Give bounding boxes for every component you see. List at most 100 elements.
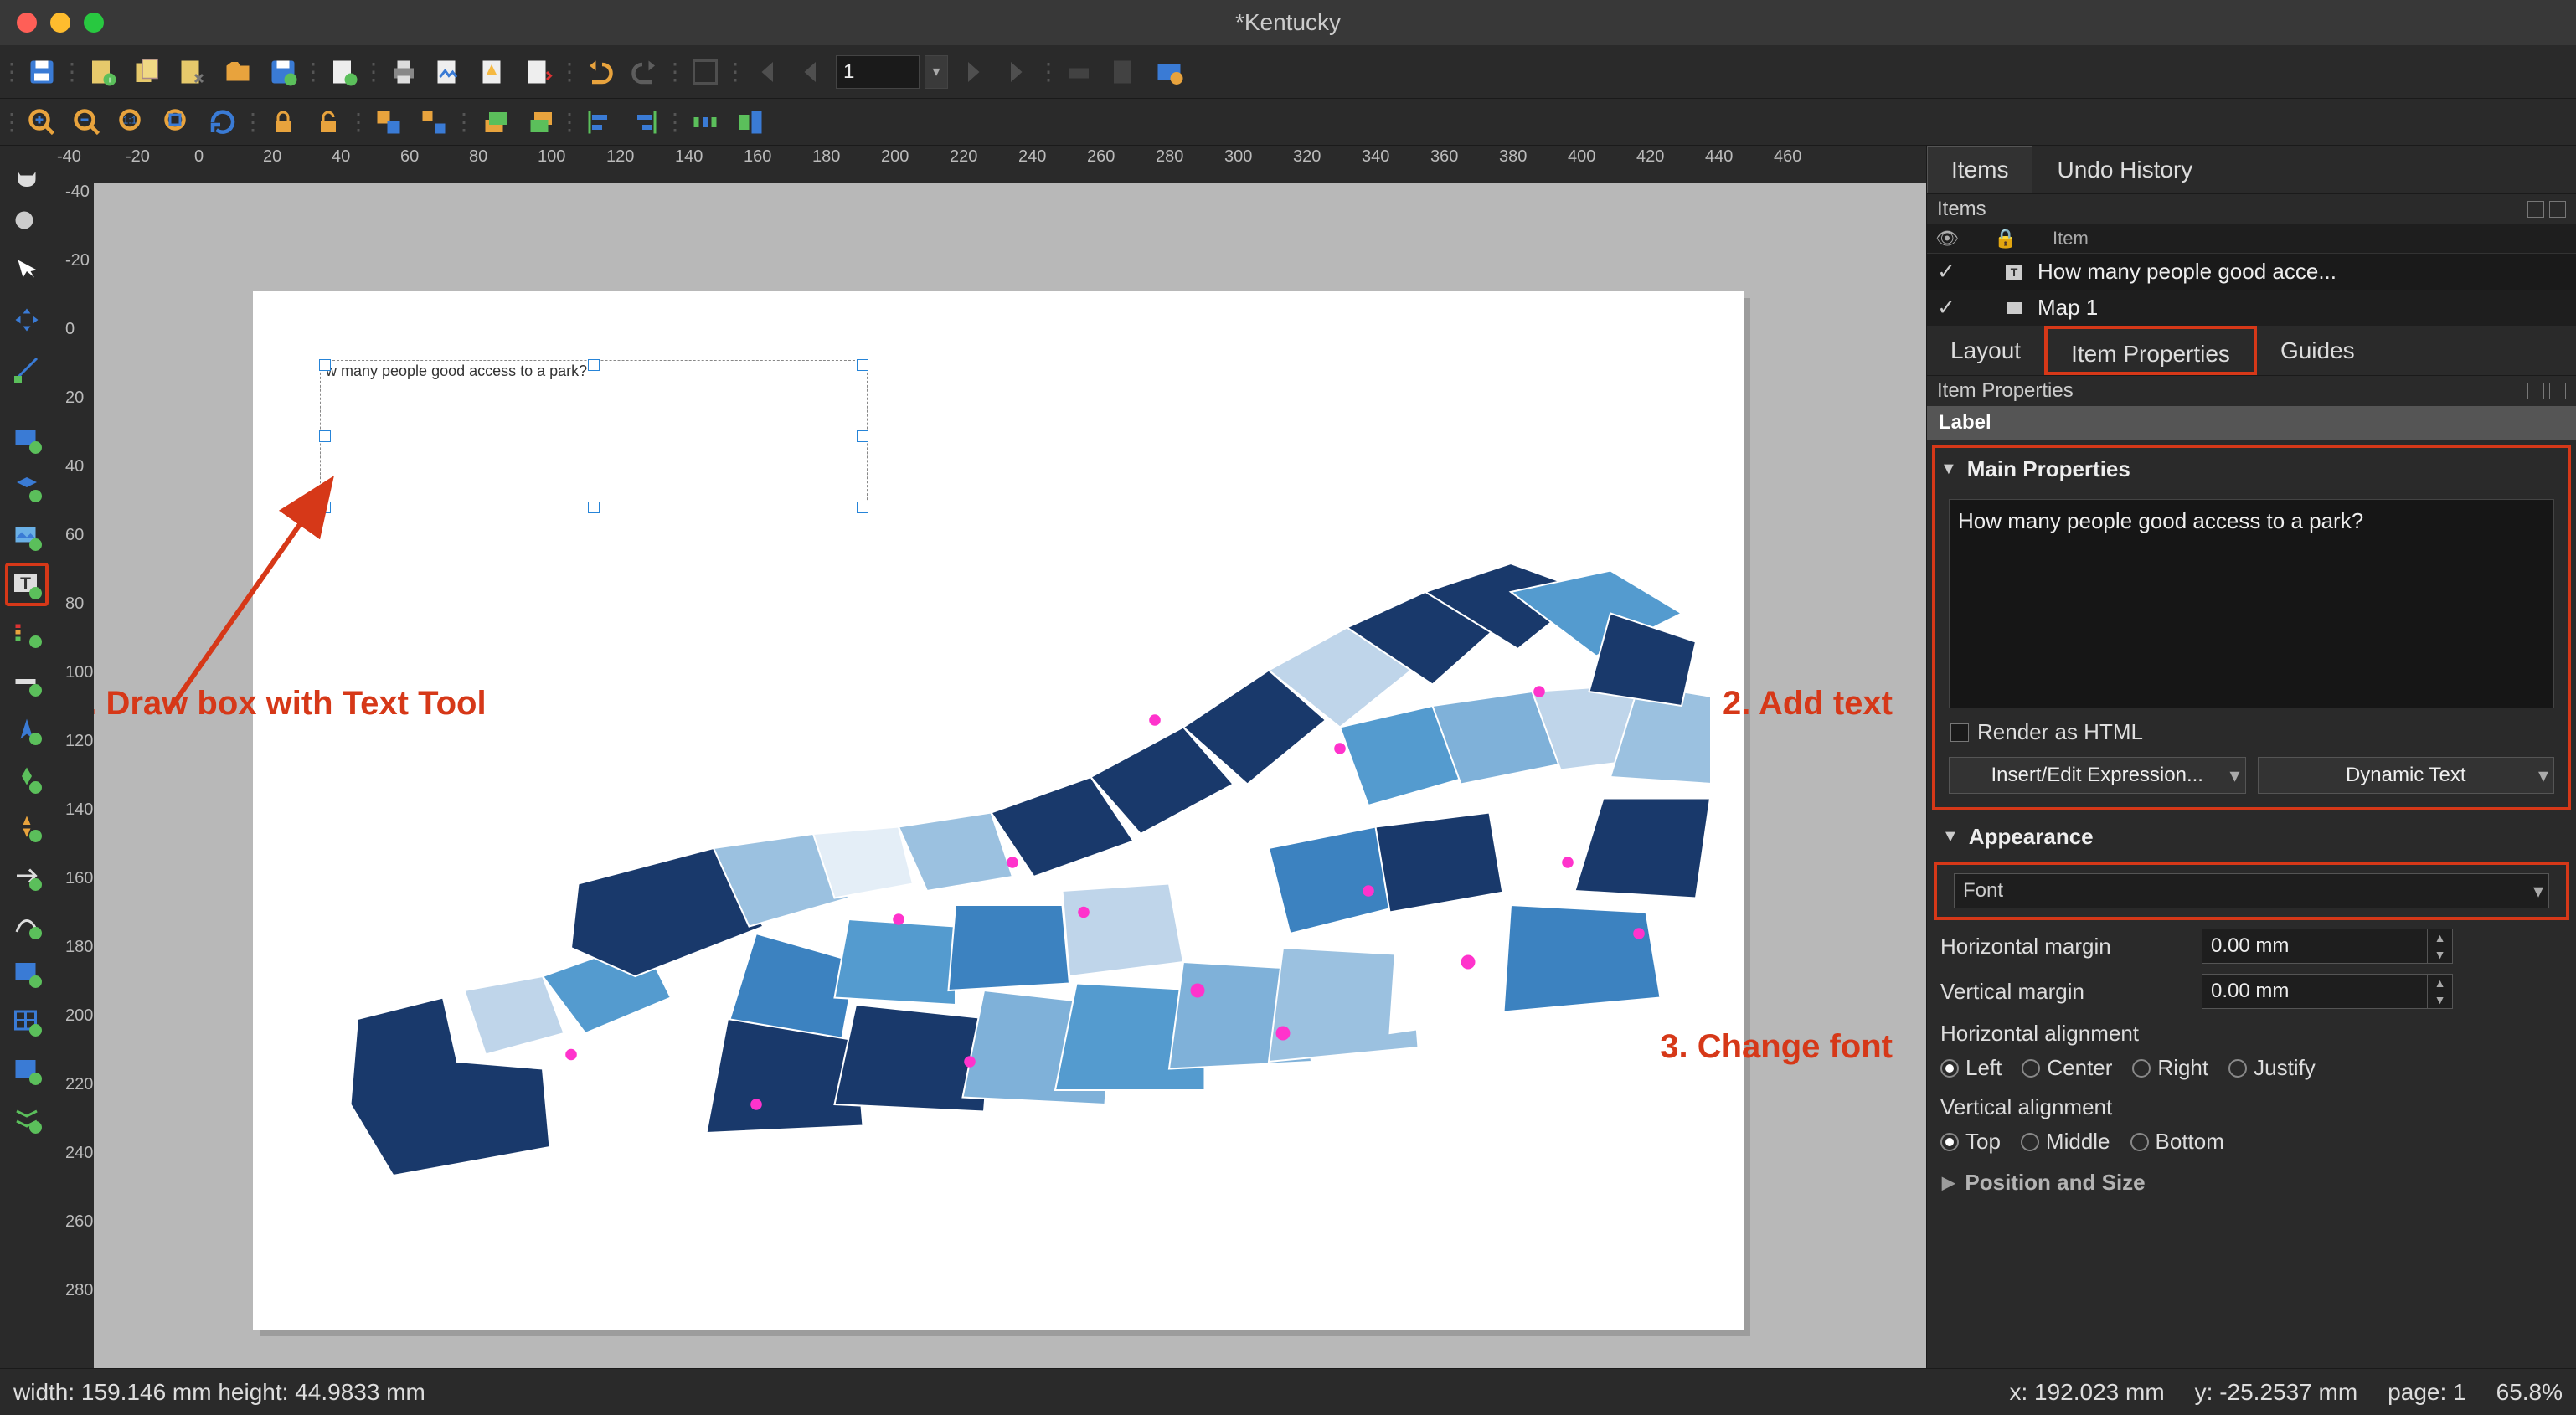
add-label-tool[interactable]: T (5, 563, 49, 606)
map-item[interactable] (286, 492, 1710, 1204)
zoom-tool[interactable] (5, 201, 49, 244)
tab-items[interactable]: Items (1927, 146, 2032, 193)
zoom-full-button[interactable] (685, 52, 725, 92)
spin-buttons[interactable]: ▲▼ (2427, 929, 2452, 963)
visibility-check-icon[interactable]: ✓ (1935, 259, 1957, 285)
next-page-button[interactable] (953, 52, 993, 92)
zoom-in-button[interactable] (22, 102, 62, 142)
halign-justify-radio[interactable]: Justify (2228, 1055, 2316, 1081)
zoom-actual-button[interactable]: 1:1 (112, 102, 152, 142)
zoom-out-button[interactable] (67, 102, 107, 142)
item-row-label[interactable]: ✓ T How many people good acce... (1927, 254, 2576, 290)
add-mesh-tool[interactable] (5, 1097, 49, 1140)
export-atlas-button[interactable] (1104, 52, 1144, 92)
spin-buttons[interactable]: ▲▼ (2427, 975, 2452, 1008)
raise-button[interactable] (474, 102, 514, 142)
add-marker-tool[interactable] (5, 805, 49, 849)
resize-handle[interactable] (857, 359, 868, 371)
font-combo[interactable]: Font ▾ (1954, 873, 2549, 908)
add-scalebar-tool[interactable] (5, 660, 49, 703)
unlock-button[interactable] (308, 102, 348, 142)
valign-bottom-radio[interactable]: Bottom (2130, 1129, 2224, 1155)
open-template-button[interactable] (218, 52, 258, 92)
duplicate-layout-button[interactable] (127, 52, 167, 92)
export-pdf-button[interactable] (519, 52, 559, 92)
resize-handle[interactable] (319, 430, 331, 442)
first-page-button[interactable] (745, 52, 786, 92)
refresh-button[interactable] (203, 102, 243, 142)
pan-tool[interactable] (5, 152, 49, 196)
lower-button[interactable] (519, 102, 559, 142)
label-item-selected[interactable]: w many people good access to a park? (320, 360, 868, 512)
add-node-tool[interactable] (5, 903, 49, 946)
visibility-check-icon[interactable]: ✓ (1935, 295, 1957, 321)
zoom-window-icon[interactable] (84, 13, 104, 33)
layout-page[interactable]: w many people good access to a park? (253, 291, 1744, 1330)
add-3dmap-tool[interactable] (5, 466, 49, 509)
main-properties-header[interactable]: ▼ Main Properties (1935, 448, 2568, 491)
page-number-input[interactable] (836, 55, 920, 89)
dynamic-text-button[interactable]: Dynamic Text▾ (2258, 757, 2555, 794)
resize-handle[interactable] (857, 430, 868, 442)
appearance-header[interactable]: ▼ Appearance (1927, 816, 2576, 858)
halign-right-radio[interactable]: Right (2132, 1055, 2208, 1081)
label-text-input[interactable] (1949, 499, 2554, 708)
add-table-tool[interactable] (5, 1000, 49, 1043)
item-properties-scroll[interactable]: ▼ Main Properties Render as HTML Insert/… (1927, 440, 2576, 1368)
align-right-button[interactable] (625, 102, 665, 142)
position-size-header[interactable]: ▶ Position and Size (1927, 1161, 2576, 1204)
undo-button[interactable] (580, 52, 620, 92)
halign-center-radio[interactable]: Center (2022, 1055, 2112, 1081)
subtab-layout[interactable]: Layout (1927, 326, 2044, 375)
resize-handle[interactable] (588, 359, 600, 371)
render-html-checkbox[interactable] (1950, 723, 1969, 742)
halign-left-radio[interactable]: Left (1940, 1055, 2002, 1081)
add-northarrow-tool[interactable] (5, 708, 49, 752)
layout-manager-button[interactable] (173, 52, 213, 92)
distribute-button[interactable] (685, 102, 725, 142)
ungroup-button[interactable] (414, 102, 454, 142)
edit-nodes-tool[interactable] (5, 347, 49, 390)
hmargin-input[interactable]: 0.00 mm ▲▼ (2202, 929, 2453, 964)
lock-button[interactable] (263, 102, 303, 142)
select-tool[interactable] (5, 250, 49, 293)
item-row-map[interactable]: ✓ Map 1 (1927, 290, 2576, 326)
undock-icon[interactable] (2527, 201, 2544, 218)
zoom-fit-button[interactable] (157, 102, 198, 142)
save-template-button[interactable] (263, 52, 303, 92)
resize-handle[interactable] (319, 359, 331, 371)
page-spin[interactable]: ▾ (925, 55, 948, 89)
render-html-row[interactable]: Render as HTML (1949, 713, 2554, 752)
status-zoom[interactable]: 65.8% (2496, 1379, 2563, 1406)
valign-top-radio[interactable]: Top (1940, 1129, 2001, 1155)
vmargin-input[interactable]: 0.00 mm ▲▼ (2202, 974, 2453, 1009)
atlas-settings-button[interactable] (1149, 52, 1189, 92)
close-panel-icon[interactable] (2549, 383, 2566, 399)
add-shape-tool[interactable] (5, 757, 49, 800)
subtab-guides[interactable]: Guides (2257, 326, 2378, 375)
undock-icon[interactable] (2527, 383, 2544, 399)
add-image-tool[interactable] (5, 514, 49, 558)
align-left-button[interactable] (580, 102, 620, 142)
valign-middle-radio[interactable]: Middle (2021, 1129, 2110, 1155)
add-html-tool[interactable] (5, 951, 49, 995)
add-arrow-tool[interactable] (5, 854, 49, 898)
add-fixed-table-tool[interactable] (5, 1048, 49, 1092)
new-layout-button[interactable]: + (82, 52, 122, 92)
minimize-window-icon[interactable] (50, 13, 70, 33)
group-button[interactable] (368, 102, 409, 142)
print-atlas-button[interactable] (1059, 52, 1099, 92)
export-svg-button[interactable] (474, 52, 514, 92)
add-legend-tool[interactable] (5, 611, 49, 655)
insert-expression-button[interactable]: Insert/Edit Expression...▾ (1949, 757, 2246, 794)
tab-undo-history[interactable]: Undo History (2032, 146, 2217, 193)
print-button[interactable] (384, 52, 424, 92)
prev-page-button[interactable] (791, 52, 831, 92)
redo-button[interactable] (625, 52, 665, 92)
export-image-button[interactable] (429, 52, 469, 92)
add-map-tool[interactable] (5, 417, 49, 461)
move-content-tool[interactable] (5, 298, 49, 342)
close-panel-icon[interactable] (2549, 201, 2566, 218)
save-button[interactable] (22, 52, 62, 92)
last-page-button[interactable] (998, 52, 1038, 92)
